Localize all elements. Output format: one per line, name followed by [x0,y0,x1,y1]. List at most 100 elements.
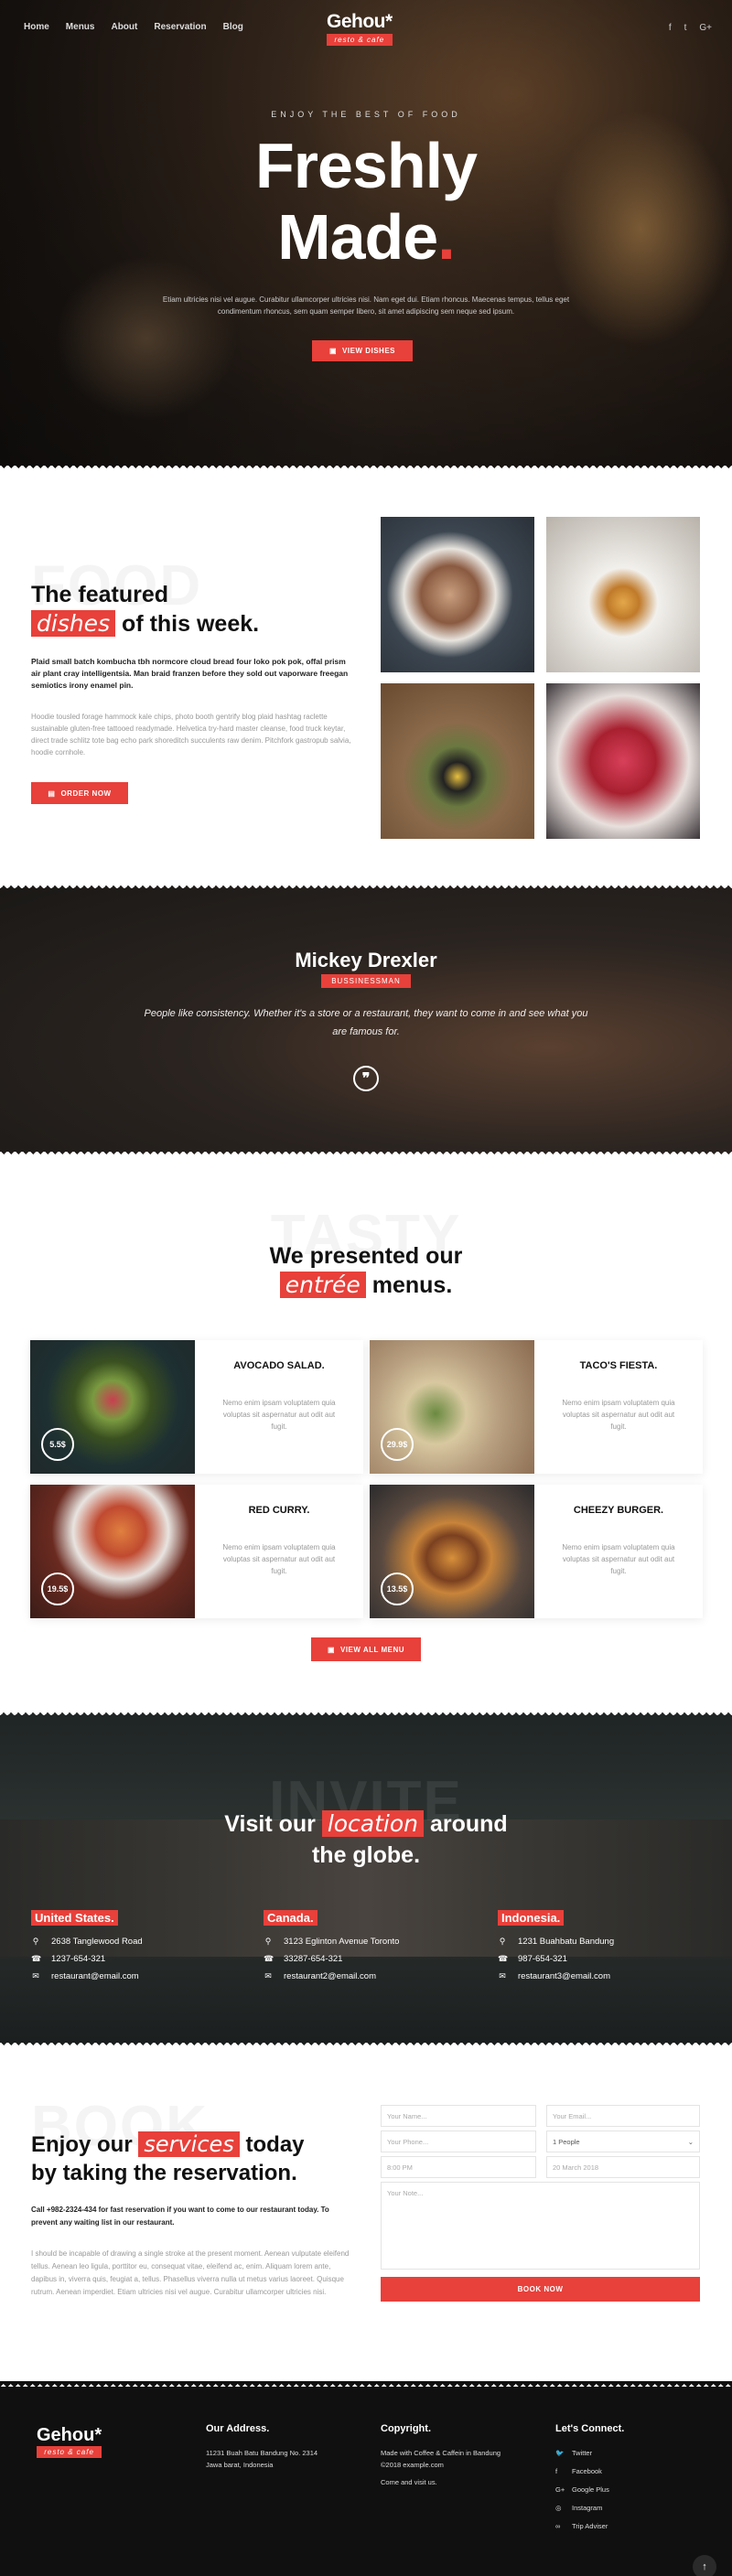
hero-background-blur [55,256,238,421]
footer-link-google-plus[interactable]: G+ Google Plus [555,2484,702,2496]
nav-home[interactable]: Home [24,22,49,32]
footer-link-twitter[interactable]: 🐦 Twitter [555,2447,702,2459]
featured-section: FOOD The featured dishes of this week. P… [0,471,732,883]
menu-item-title: TACO'S FIESTA. [579,1360,658,1371]
booking-title: Enjoy our services today by taking the r… [31,2131,305,2187]
menu-item-desc: Nemo enim ipsam voluptatem quia voluptas… [562,1399,675,1431]
locations-section: INVITE Visit our location around the glo… [0,1710,732,2048]
facebook-icon[interactable]: f [669,23,672,33]
brand-tagline: resto & cafe [327,34,393,46]
menu-card-avocado-salad[interactable]: 5.5$ AVOCADO SALAD. Nemo enim ipsam volu… [30,1340,363,1474]
email-icon: ✉ [264,1971,272,1980]
footer-copyright-title: Copyright. [381,2423,431,2434]
main-nav: Home Menus About Reservation Blog [24,22,243,32]
booking-title-post: today [245,2132,305,2157]
quote-icon: ❞ [353,1066,379,1091]
footer-logo[interactable]: Gehou* resto & cafe [37,2425,102,2458]
locations-title-highlight: location [321,1810,425,1837]
google-plus-icon[interactable]: G+ [699,23,712,33]
menu-item-title: CHEEZY BURGER. [573,1505,664,1516]
hero-description: Etiam ultricies nisi vel augue. Curabitu… [162,295,570,316]
people-select[interactable]: 1 People ⌄ [546,2131,700,2152]
email-input[interactable]: Your Email... [546,2105,700,2127]
view-dishes-button[interactable]: ▣ VIEW DISHES [312,340,413,361]
dish-photo-bibimbap [381,683,534,839]
date-input[interactable]: 20 March 2018 [546,2156,700,2178]
menu-item-desc: Nemo enim ipsam voluptatem quia voluptas… [222,1399,336,1431]
phone-icon: ☎ [264,1954,274,1963]
location-united-states: United States. ⚲ 2638 Tanglewood Road ☎ 12… [31,1910,242,1989]
location-phone[interactable]: 33287-654-321 [284,1954,342,1964]
phone-input[interactable]: Your Phone... [381,2131,536,2152]
brand-name: Gehou* [327,11,393,32]
footer-link-instagram[interactable]: ◎ Instagram [555,2502,702,2514]
menu-card-tacos-fiesta[interactable]: 29.9$ TACO'S FIESTA. Nemo enim ipsam vol… [370,1340,703,1474]
hero-title-dot: . [437,201,455,273]
view-all-menu-label: VIEW ALL MENU [340,1645,405,1654]
menu-card-red-curry[interactable]: 19.5$ RED CURRY. Nemo enim ipsam volupta… [30,1485,363,1618]
featured-title-post: of this week. [122,611,260,637]
footer-link-facebook[interactable]: f Facebook [555,2465,702,2477]
footer-connect-title: Let's Connect. [555,2423,625,2434]
order-now-button[interactable]: ▤ ORDER NOW [31,782,128,804]
location-country: United States. [31,1910,118,1926]
footer-come-visit: Come and visit us. [381,2478,437,2486]
nav-menus[interactable]: Menus [66,22,95,32]
footer-link-trip-adviser[interactable]: ∞ Trip Adviser [555,2520,702,2532]
name-input[interactable]: Your Name... [381,2105,536,2127]
featured-title-pre: The featured [31,582,169,607]
book-now-button[interactable]: BOOK NOW [381,2277,700,2302]
hero-title-line2: Made [277,201,438,273]
booking-title-pre: Enjoy our [31,2132,133,2157]
location-country: Indonesia. [498,1910,565,1926]
map-pin-icon: ⚲ [264,1937,272,1946]
location-phone[interactable]: 987-654-321 [518,1954,567,1964]
price-badge: 13.5$ [381,1572,414,1605]
featured-lead: Plaid small batch kombucha tbh normcore … [31,657,349,690]
price-badge: 29.9$ [381,1428,414,1461]
nav-reservation[interactable]: Reservation [154,22,206,32]
dish-icon: ▣ [328,347,338,355]
location-country: Canada. [264,1910,318,1926]
booking-title-line2: by taking the reservation. [31,2161,297,2185]
menus-title-pre: We presented our [269,1243,463,1269]
location-address: 1231 Buahbatu Bandung [518,1937,615,1947]
location-email[interactable]: restaurant@email.com [51,1971,139,1981]
location-email[interactable]: restaurant3@email.com [518,1971,610,1981]
phone-icon: ☎ [498,1954,509,1963]
note-textarea[interactable]: Your Note... [381,2182,700,2270]
brand-logo[interactable]: Gehou* resto & cafe [327,11,393,46]
nav-about[interactable]: About [111,22,137,32]
footer-address-column: Our Address. 11231 Buah Batu Bandung No.… [206,2423,352,2471]
zigzag-divider [0,1710,732,1715]
twitter-icon: 🐦 [555,2449,565,2457]
location-phone[interactable]: 1237-654-321 [51,1954,105,1964]
footer-connect-column: Let's Connect. 🐦 Twitter f Facebook G+ Goog… [555,2423,702,2538]
time-input[interactable]: 8:00 PM [381,2156,536,2178]
menu-item-title: AVOCADO SALAD. [233,1360,325,1371]
people-select-value: 1 People [553,2138,580,2146]
phone-icon: ☎ [31,1954,42,1963]
location-address: 3123 Eglinton Avenue Toronto [284,1937,400,1947]
dish-photo-plums [546,683,700,839]
location-canada: Canada. ⚲ 3123 Eglinton Avenue Toronto ☎ 3… [264,1910,474,1989]
footer-brand-name: Gehou* [37,2425,102,2445]
location-email[interactable]: restaurant2@email.com [284,1971,376,1981]
nav-blog[interactable]: Blog [223,22,243,32]
menu-item-desc: Nemo enim ipsam voluptatem quia voluptas… [222,1543,336,1575]
google-plus-icon: G+ [555,2485,565,2494]
featured-body: Hoodie tousled forage hammock kale chips… [31,713,351,757]
price-badge: 19.5$ [41,1572,74,1605]
location-address: 2638 Tanglewood Road [51,1937,143,1947]
facebook-icon: f [555,2467,558,2475]
chevron-down-icon: ⌄ [687,2138,694,2146]
menu-card-cheezy-burger[interactable]: 13.5$ CHEEZY BURGER. Nemo enim ipsam vol… [370,1485,703,1618]
menus-title: We presented our entrée menus. [0,1241,732,1300]
social-links: f t G+ [669,23,712,33]
menu-item-title: RED CURRY. [248,1505,310,1516]
view-all-menu-button[interactable]: ▣ VIEW ALL MENU [311,1637,421,1661]
view-dishes-label: VIEW DISHES [342,347,395,355]
twitter-icon[interactable]: t [684,23,687,33]
hero-section: Home Menus About Reservation Blog Gehou*… [0,0,732,471]
back-to-top-button[interactable]: ↑ [693,2555,716,2576]
